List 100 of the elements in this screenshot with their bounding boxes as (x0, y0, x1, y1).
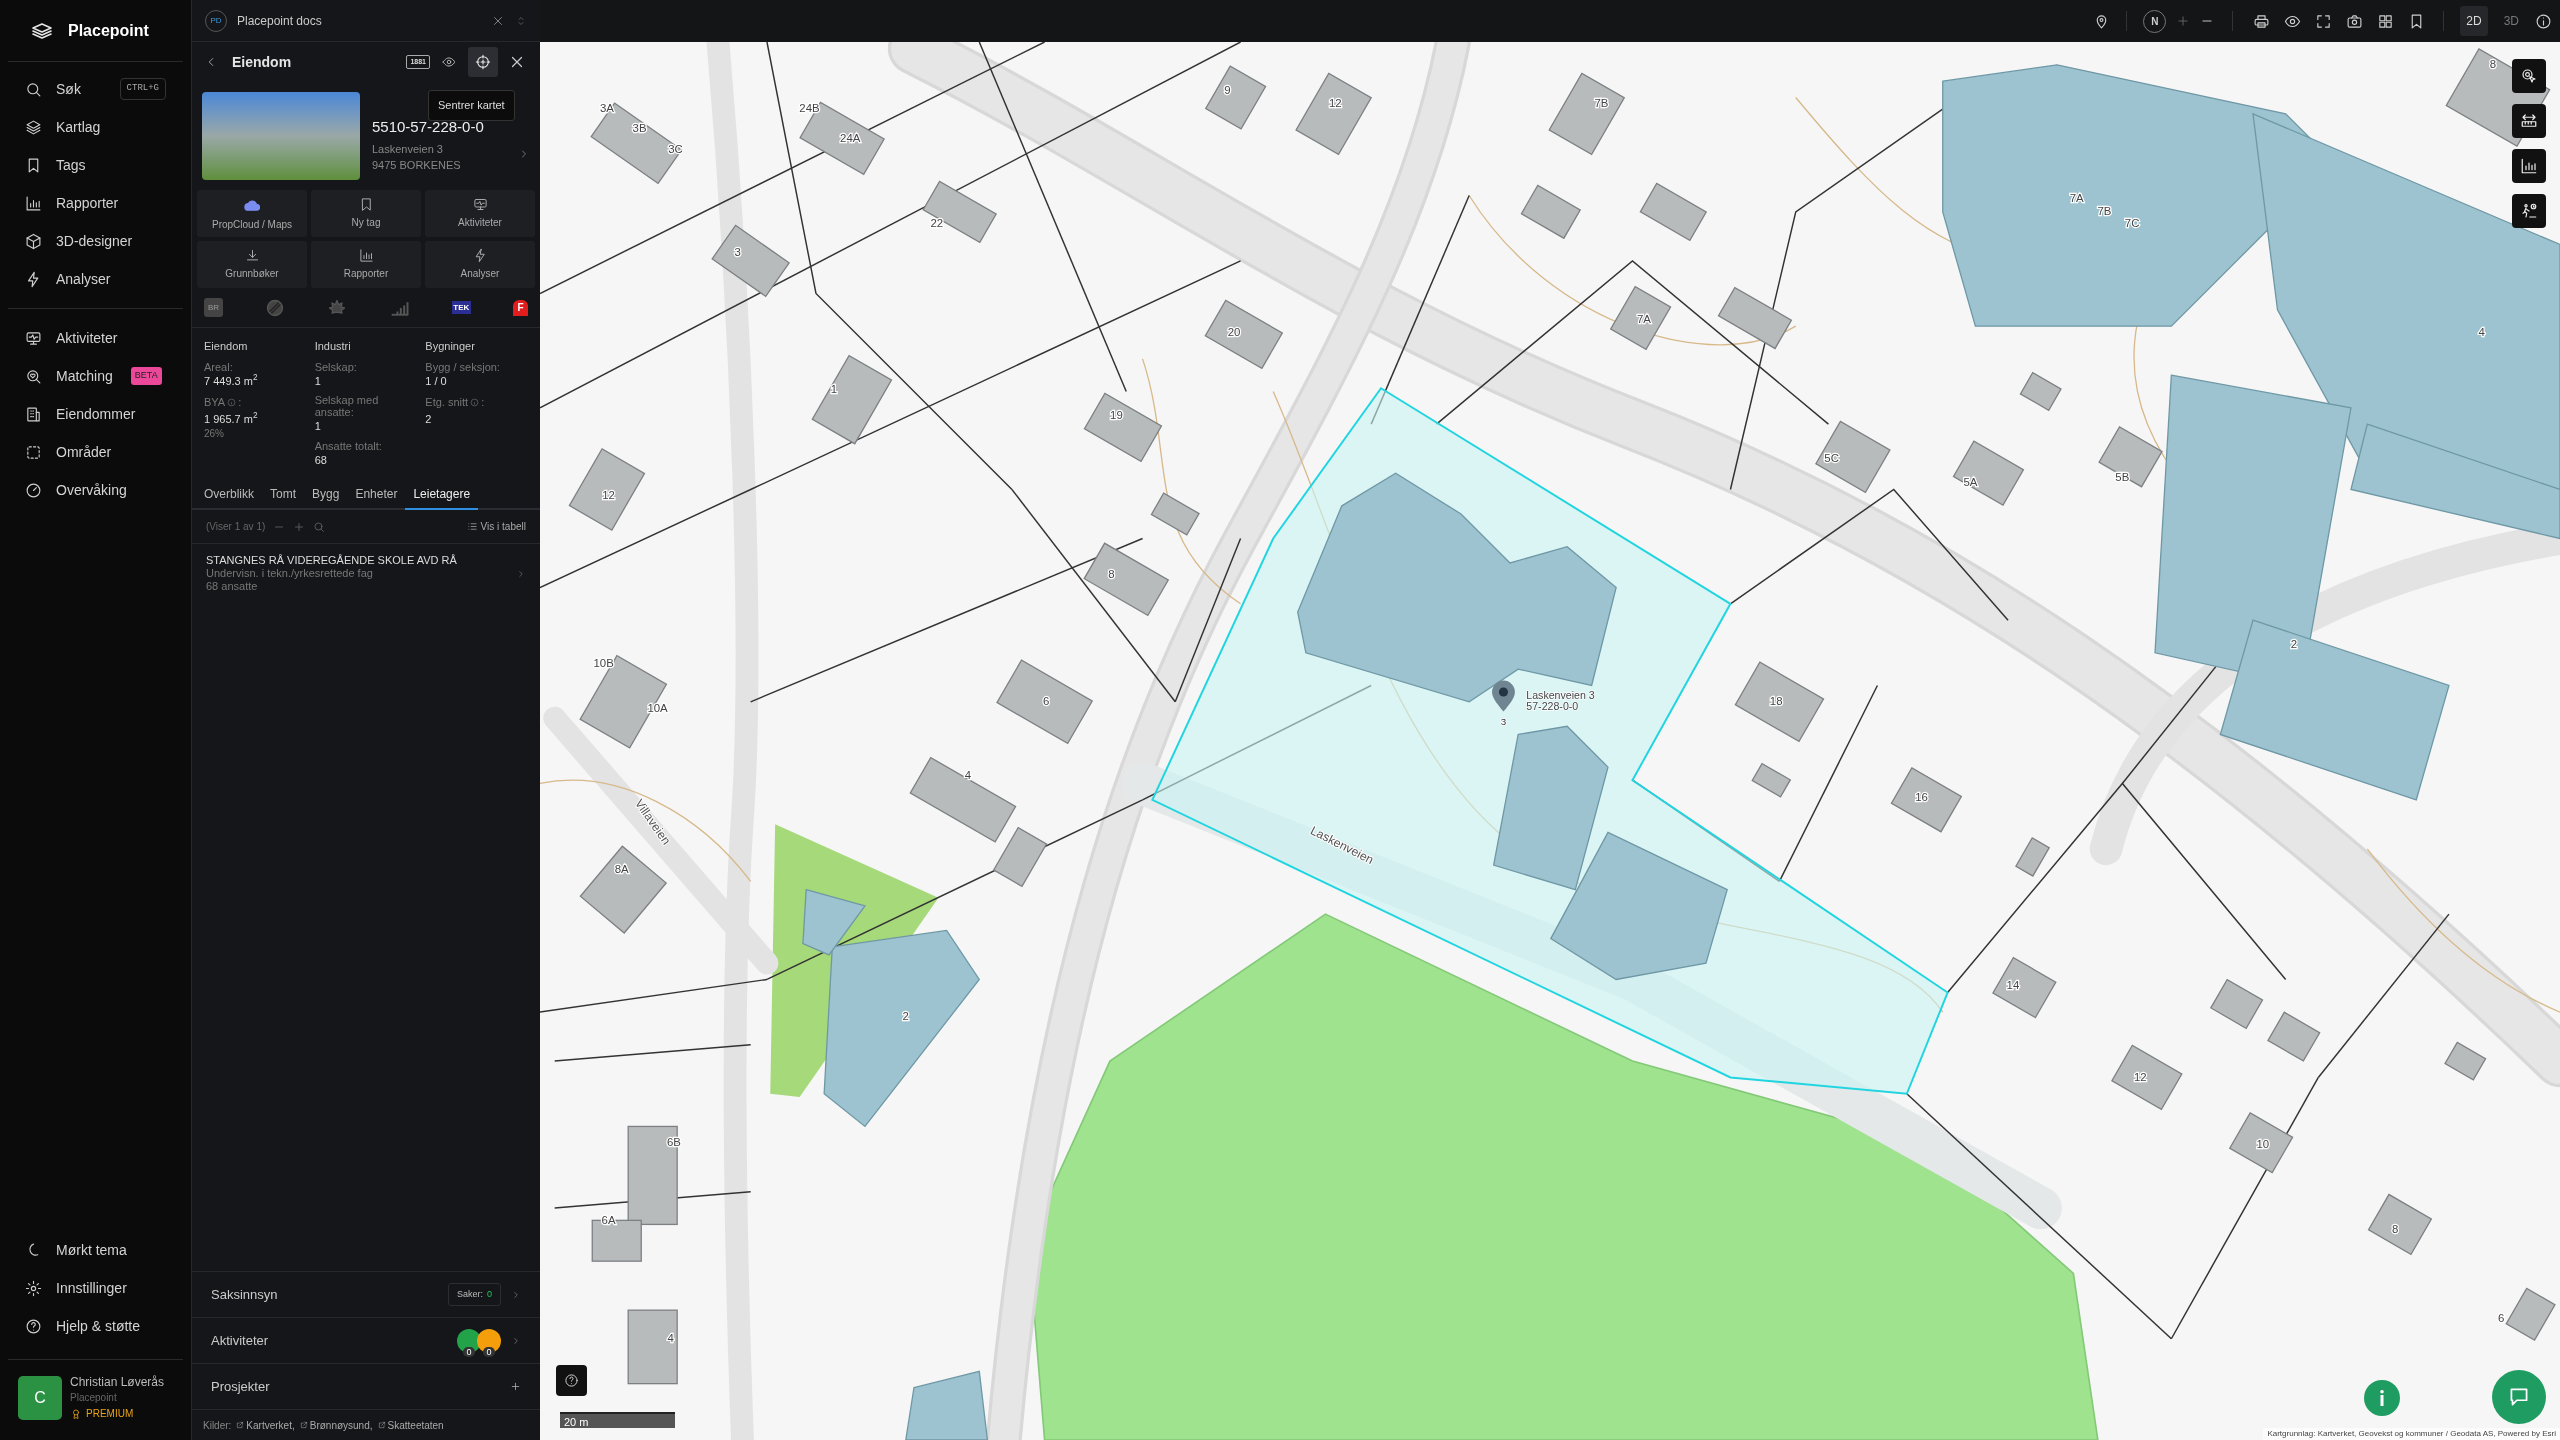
property-postal: 9475 BORKENES (372, 158, 462, 173)
dashed-square-icon (25, 443, 42, 461)
nav-item[interactable]: Hjelp & støtte (8, 1307, 183, 1345)
house-number-label: 12 (2133, 1070, 2147, 1083)
map-tool-button[interactable] (2512, 59, 2546, 93)
house-number-label: 7B (1594, 97, 1609, 110)
house-number-label: 7A (1636, 312, 1651, 325)
monitor-pulse-icon (25, 329, 42, 347)
info-button[interactable] (2535, 12, 2552, 30)
house-number-label: 24A (840, 131, 861, 144)
eye-icon (442, 55, 456, 69)
map-tool-button[interactable] (2512, 149, 2546, 183)
counter-value: 0 (483, 1346, 495, 1357)
source-link[interactable]: Brønnøysund, (299, 1417, 373, 1433)
stats-heading: Eiendom (204, 339, 249, 354)
nav-item[interactable]: Eiendommer (8, 395, 183, 433)
action-button[interactable]: Analyser (425, 241, 535, 288)
nav-item[interactable]: Analyser (8, 260, 183, 298)
section-row[interactable]: Saksinnsyn Saker: 0 (192, 1272, 540, 1318)
user-avatar[interactable]: C (18, 1376, 62, 1420)
table-view-link[interactable]: Vis i tabell (466, 519, 526, 534)
source-link[interactable]: Kartverket, (236, 1417, 295, 1433)
address-label: Laskenveien 3 (1526, 688, 1595, 701)
nav-item[interactable]: Innstillinger (8, 1269, 183, 1307)
nav-item[interactable]: Kartlag (8, 108, 183, 146)
nav-item[interactable]: Matching BETA (8, 357, 183, 395)
layers-icon (25, 118, 42, 136)
house-number-label: 12 (1328, 97, 1342, 110)
house-number-label: 10 (2256, 1137, 2270, 1150)
house-number-label: 3C (668, 143, 683, 156)
nav-item[interactable]: Områder (8, 433, 183, 471)
source-link[interactable]: Skatteetaten (377, 1417, 444, 1433)
plus-icon (2176, 14, 2191, 28)
panel-title: Eiendom (232, 52, 292, 72)
nav-item[interactable]: Rapporter (8, 184, 183, 222)
external-link-icon (377, 1421, 386, 1429)
stat-label: Bygg / seksjon: (425, 360, 500, 373)
stat-label: Selskap med ansatte: (314, 394, 380, 418)
stat-note: 26% (204, 427, 225, 441)
tab[interactable]: Tomt (262, 481, 305, 510)
pin-number-label: 3 (1500, 715, 1507, 727)
external-link-icon (236, 1421, 245, 1429)
section-title: Saksinnsyn (211, 1285, 278, 1304)
house-number-label: 8A (614, 863, 629, 876)
property-address: Laskenveien 3 (372, 141, 444, 157)
house-number-label: 5C (1824, 451, 1839, 464)
download-icon (244, 248, 260, 263)
action-button[interactable]: Rapporter (311, 241, 421, 288)
map-tool-button[interactable] (2512, 104, 2546, 138)
tab[interactable]: Leietagere (405, 481, 479, 510)
map-pin-icon[interactable] (1492, 680, 1515, 712)
house-number-label: 6 (1043, 695, 1050, 708)
house-number-label: 3 (734, 245, 741, 258)
source-logo[interactable]: F (512, 299, 528, 316)
result-count: (Viser 1 av 1) (206, 520, 266, 534)
nav-item[interactable]: Aktiviteter (8, 319, 183, 357)
plan-label: PREMIUM (86, 1407, 134, 1421)
help-icon (564, 1373, 579, 1388)
cursor-target-icon (2520, 67, 2538, 85)
nav-item[interactable]: Tags (8, 146, 183, 184)
center-map-button[interactable] (468, 47, 498, 77)
tab[interactable]: Bygg (304, 481, 348, 510)
house-number-label: 2 (2290, 637, 2297, 650)
nav-item[interactable]: 3D-designer (8, 222, 183, 260)
stats-heading: Bygninger (425, 339, 476, 354)
map-tool-button[interactable] (2512, 194, 2546, 228)
stat-value: 7 449.3 m$^{2}$ (204, 372, 259, 389)
action-button[interactable]: PropCloud / Maps (197, 190, 307, 237)
nav-item[interactable]: Søk CTRL+G (8, 70, 183, 108)
section-row[interactable]: Aktiviteter 0 0 (192, 1318, 540, 1364)
beta-badge: BETA (130, 367, 162, 385)
house-number-label: 8 (2489, 58, 2497, 71)
help-button[interactable] (556, 1365, 587, 1396)
nav-item[interactable]: Mørkt tema (8, 1231, 183, 1269)
house-number-label: 5A (1963, 476, 1978, 489)
nav-item[interactable]: Overvåking (8, 471, 183, 509)
cases-label: Saker: (456, 1287, 483, 1301)
house-number-label: 4 (964, 768, 971, 781)
external-link-icon (299, 1421, 308, 1429)
source-logo[interactable]: BR (204, 298, 223, 317)
house-number-label: 4 (2478, 325, 2485, 338)
print-icon (2253, 12, 2271, 30)
cube-icon (25, 232, 42, 250)
action-button[interactable]: Ny tag (311, 190, 421, 237)
stat-value: 1 (314, 373, 322, 389)
chevron-right-icon (511, 1289, 521, 1300)
tab[interactable]: Enheter (347, 481, 406, 510)
bar-chart-icon (2520, 157, 2538, 175)
view-mode-toggle[interactable]: 3D (2497, 6, 2525, 36)
action-button[interactable]: Aktiviteter (425, 190, 535, 237)
source-logo[interactable]: TEK (451, 301, 471, 314)
house-number-label: 9 (1224, 84, 1231, 97)
organization-name: Placepoint (70, 1391, 118, 1405)
view-mode-toggle[interactable]: 2D (2460, 6, 2488, 36)
tab[interactable]: Overblikk (196, 481, 262, 510)
stat-value: 2 (425, 411, 433, 427)
stat-value: 1 965.7 m$^{2}$ (204, 410, 259, 427)
stat-label: Selskap: (314, 360, 357, 373)
action-button[interactable]: Grunnbøker (197, 241, 307, 288)
switch-button[interactable] (515, 14, 527, 27)
